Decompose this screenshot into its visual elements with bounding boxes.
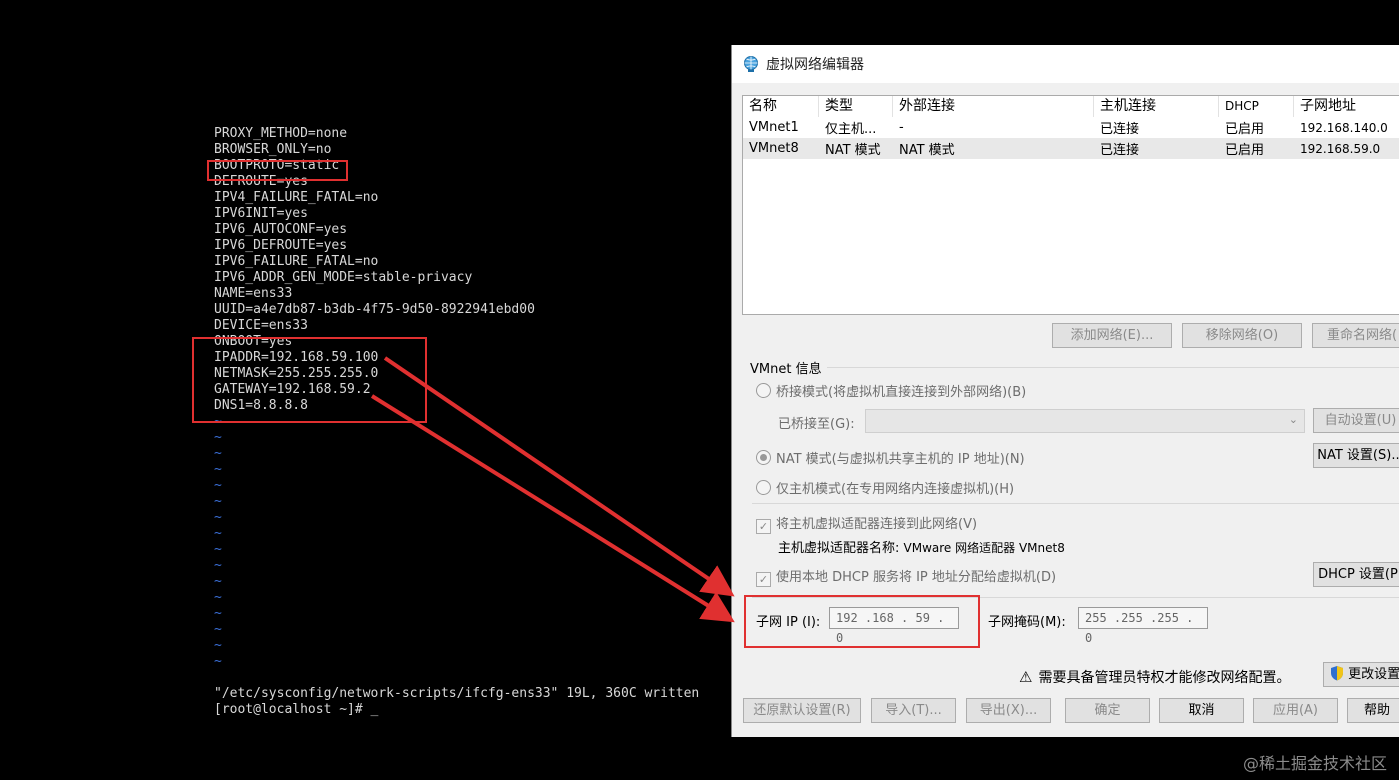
- arrow-gateway: [370, 394, 735, 623]
- arrow-ipaddr: [383, 356, 735, 597]
- annotation-arrows: [370, 356, 735, 623]
- watermark: @稀土掘金技术社区: [1242, 754, 1387, 773]
